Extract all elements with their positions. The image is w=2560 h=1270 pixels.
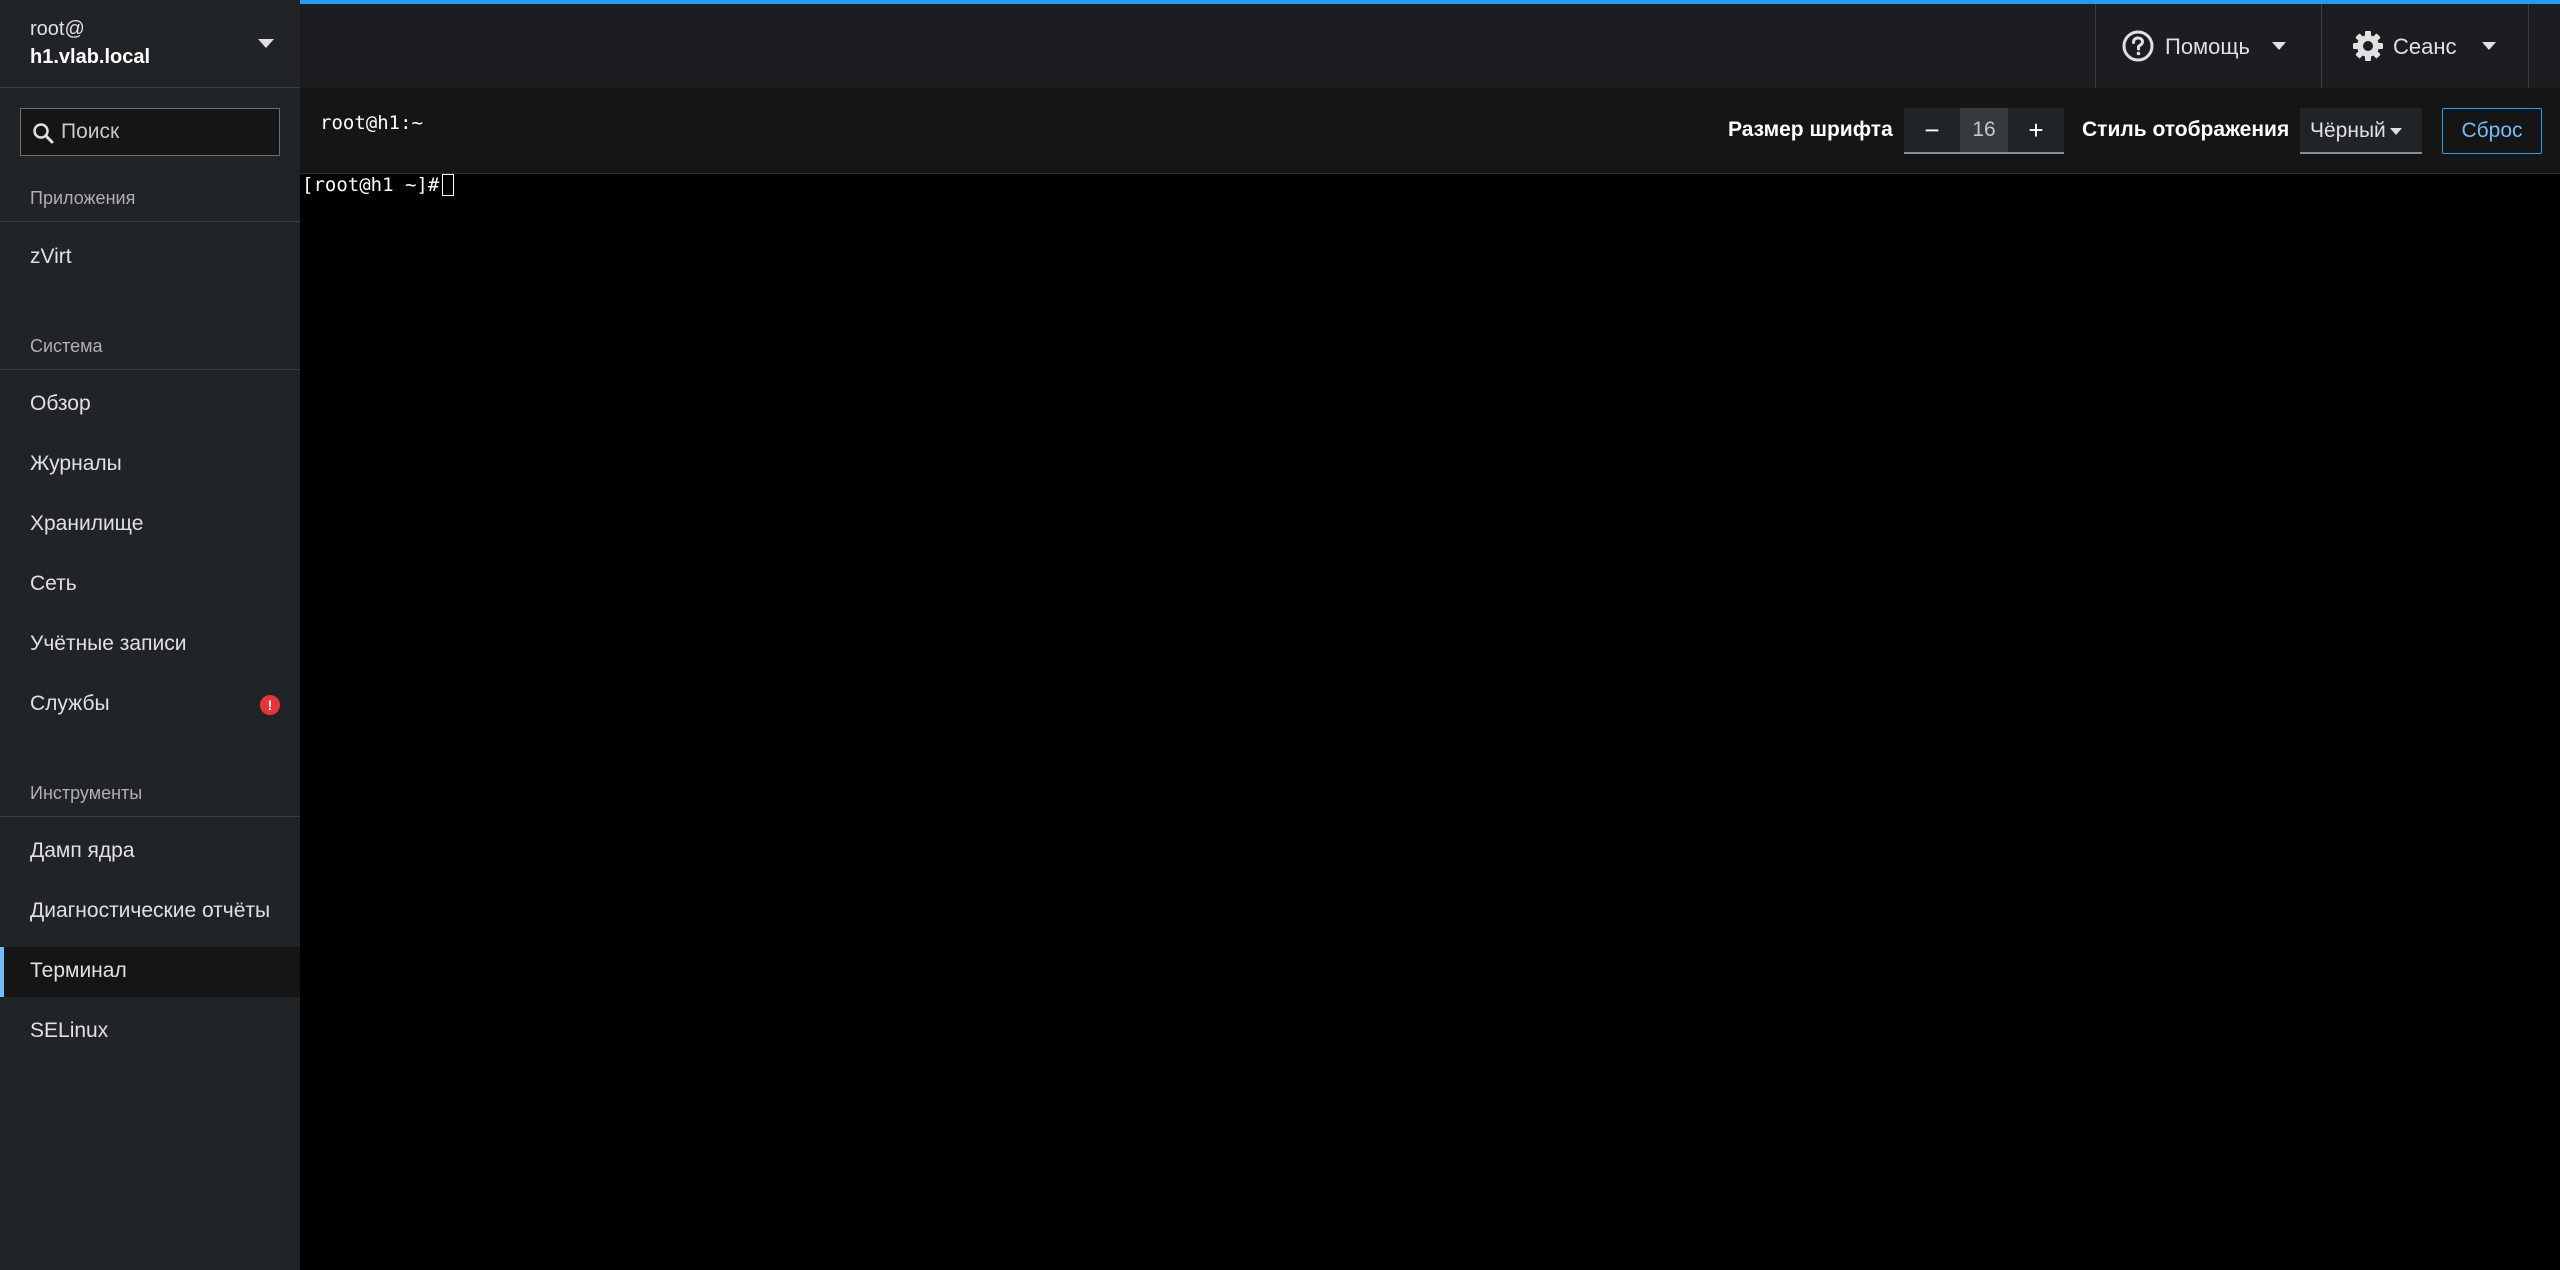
appearance-label: Стиль отображения [2082,118,2290,141]
nav-section-applications: Приложения [0,174,300,222]
sidebar-item-label: Дамп ядра [30,839,135,862]
sidebar-item-label: Терминал [30,959,127,982]
search-box [20,108,280,156]
caret-down-icon [2272,42,2286,50]
font-size-value[interactable]: 16 [1960,108,2008,152]
search-input[interactable] [61,109,276,155]
sidebar-item-terminal[interactable]: Терминал [0,947,300,997]
font-increase-button[interactable]: + [2008,108,2064,152]
terminal-screen[interactable]: [root@h1 ~]# [300,174,2560,1270]
sidebar-item-label: Хранилище [30,512,144,535]
caret-down-icon [2482,42,2496,50]
terminal-title: root@h1:~ [320,112,423,134]
sidebar-item-label: SELinux [30,1019,109,1042]
gear-icon [2353,31,2383,61]
sidebar-item-label: Сеть [30,572,77,595]
terminal-cursor [442,174,454,196]
font-size-label: Размер шрифта [1728,118,1893,141]
font-decrease-button[interactable]: − [1904,108,1960,152]
sidebar-item-label: zVirt [30,245,72,268]
caret-down-icon [2390,128,2402,135]
sidebar-item-overview[interactable]: Обзор [0,380,300,430]
host-name: h1.vlab.local [30,46,151,68]
sidebar-item-accounts[interactable]: Учётные записи [0,620,300,670]
font-size-stepper: − 16 + [1904,108,2064,154]
sidebar-item-network[interactable]: Сеть [0,560,300,610]
search-icon [33,123,54,144]
section-title: Приложения [30,188,136,208]
session-menu-button[interactable]: Сеанс [2321,4,2529,88]
sidebar-item-logs[interactable]: Журналы [0,440,300,490]
help-menu-button[interactable]: Помощь [2095,4,2321,88]
nav-section-system: Система [0,322,300,370]
appearance-value: Чёрный [2310,119,2386,142]
sidebar-item-zvirt[interactable]: zVirt [0,233,300,283]
sidebar-item-label: Обзор [30,392,91,415]
sidebar-item-services[interactable]: Службы ! [0,680,300,730]
nav-section-tools: Инструменты [0,769,300,817]
appearance-select[interactable]: Чёрный [2300,108,2422,154]
section-title: Система [30,336,103,356]
sidebar-item-diagnostic-reports[interactable]: Диагностические отчёты [0,887,300,937]
sidebar-item-kdump[interactable]: Дамп ядра [0,827,300,877]
terminal-prompt: [root@h1 ~]# [302,174,451,196]
section-title: Инструменты [30,783,143,803]
session-label: Сеанс [2393,34,2457,59]
caret-down-icon [258,39,274,48]
sidebar-item-label: Службы [30,692,110,715]
masthead: Помощь Сеанс [300,0,2560,88]
host-switcher[interactable]: root@ h1.vlab.local [0,0,300,88]
alert-badge-icon: ! [260,695,280,715]
terminal-toolbar: root@h1:~ Размер шрифта − 16 + Стиль ото… [300,88,2560,174]
reset-button[interactable]: Сброс [2442,108,2542,154]
sidebar-item-selinux[interactable]: SELinux [0,1007,300,1057]
divider [2528,4,2529,88]
sidebar-item-label: Журналы [30,452,122,475]
host-user: root@ [30,18,85,40]
sidebar: root@ h1.vlab.local Приложения zVirt Сис… [0,0,300,1270]
sidebar-item-label: Учётные записи [30,632,187,655]
sidebar-item-label: Диагностические отчёты [30,899,271,922]
sidebar-item-storage[interactable]: Хранилище [0,500,300,550]
question-circle-icon [2122,30,2154,62]
help-label: Помощь [2165,34,2250,59]
